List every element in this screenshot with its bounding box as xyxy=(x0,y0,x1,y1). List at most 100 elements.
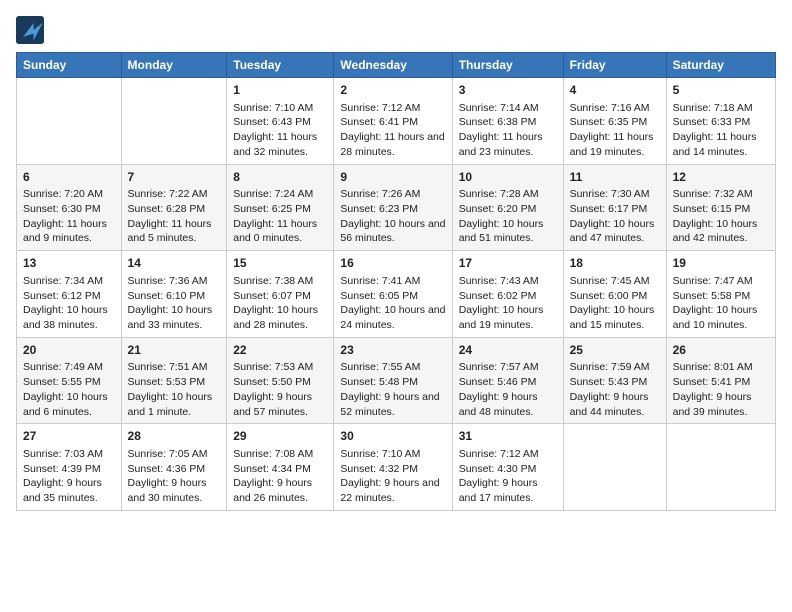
day-number: 15 xyxy=(233,255,327,272)
calendar-cell: 11Sunrise: 7:30 AMSunset: 6:17 PMDayligh… xyxy=(563,164,666,251)
day-info-line: Daylight: 9 hours and 30 minutes. xyxy=(128,476,221,505)
day-info-line: Sunset: 6:20 PM xyxy=(459,202,557,217)
day-number: 23 xyxy=(340,342,445,359)
day-info-line: Sunrise: 7:14 AM xyxy=(459,101,557,116)
day-info-line: Sunrise: 7:12 AM xyxy=(340,101,445,116)
day-info-line: Sunrise: 7:26 AM xyxy=(340,187,445,202)
calendar-cell: 28Sunrise: 7:05 AMSunset: 4:36 PMDayligh… xyxy=(121,424,227,511)
week-row-1: 1Sunrise: 7:10 AMSunset: 6:43 PMDaylight… xyxy=(17,78,776,165)
day-info-line: Sunset: 6:43 PM xyxy=(233,115,327,130)
day-header-wednesday: Wednesday xyxy=(334,53,452,78)
day-info-line: Daylight: 9 hours and 17 minutes. xyxy=(459,476,557,505)
calendar-cell: 25Sunrise: 7:59 AMSunset: 5:43 PMDayligh… xyxy=(563,337,666,424)
day-info-line: Sunrise: 7:51 AM xyxy=(128,360,221,375)
day-info-line: Sunrise: 7:08 AM xyxy=(233,447,327,462)
day-info-line: Daylight: 9 hours and 39 minutes. xyxy=(673,390,769,419)
calendar-cell: 15Sunrise: 7:38 AMSunset: 6:07 PMDayligh… xyxy=(227,251,334,338)
day-info-line: Daylight: 10 hours and 19 minutes. xyxy=(459,303,557,332)
calendar-cell: 16Sunrise: 7:41 AMSunset: 6:05 PMDayligh… xyxy=(334,251,452,338)
day-info-line: Daylight: 11 hours and 23 minutes. xyxy=(459,130,557,159)
day-number: 4 xyxy=(570,82,660,99)
day-info-line: Sunrise: 7:22 AM xyxy=(128,187,221,202)
day-info-line: Daylight: 11 hours and 5 minutes. xyxy=(128,217,221,246)
day-info-line: Sunrise: 7:55 AM xyxy=(340,360,445,375)
calendar-cell: 18Sunrise: 7:45 AMSunset: 6:00 PMDayligh… xyxy=(563,251,666,338)
day-info-line: Sunrise: 7:05 AM xyxy=(128,447,221,462)
day-info-line: Daylight: 10 hours and 6 minutes. xyxy=(23,390,115,419)
calendar-cell: 5Sunrise: 7:18 AMSunset: 6:33 PMDaylight… xyxy=(666,78,775,165)
day-info-line: Sunrise: 7:49 AM xyxy=(23,360,115,375)
week-row-3: 13Sunrise: 7:34 AMSunset: 6:12 PMDayligh… xyxy=(17,251,776,338)
day-info-line: Sunrise: 7:03 AM xyxy=(23,447,115,462)
day-number: 26 xyxy=(673,342,769,359)
calendar-cell: 13Sunrise: 7:34 AMSunset: 6:12 PMDayligh… xyxy=(17,251,122,338)
day-number: 8 xyxy=(233,169,327,186)
logo xyxy=(16,16,48,44)
day-info-line: Sunset: 4:34 PM xyxy=(233,462,327,477)
day-number: 13 xyxy=(23,255,115,272)
day-info-line: Sunset: 6:25 PM xyxy=(233,202,327,217)
calendar-cell: 4Sunrise: 7:16 AMSunset: 6:35 PMDaylight… xyxy=(563,78,666,165)
header-row: SundayMondayTuesdayWednesdayThursdayFrid… xyxy=(17,53,776,78)
day-info-line: Daylight: 11 hours and 19 minutes. xyxy=(570,130,660,159)
day-info-line: Sunset: 5:55 PM xyxy=(23,375,115,390)
day-info-line: Daylight: 9 hours and 57 minutes. xyxy=(233,390,327,419)
day-info-line: Sunrise: 7:32 AM xyxy=(673,187,769,202)
calendar-cell xyxy=(121,78,227,165)
day-info-line: Sunrise: 7:45 AM xyxy=(570,274,660,289)
calendar-cell: 10Sunrise: 7:28 AMSunset: 6:20 PMDayligh… xyxy=(452,164,563,251)
day-info-line: Daylight: 11 hours and 14 minutes. xyxy=(673,130,769,159)
day-info-line: Sunset: 6:00 PM xyxy=(570,289,660,304)
day-info-line: Sunset: 4:32 PM xyxy=(340,462,445,477)
day-info-line: Sunrise: 7:12 AM xyxy=(459,447,557,462)
day-info-line: Sunrise: 7:10 AM xyxy=(340,447,445,462)
week-row-4: 20Sunrise: 7:49 AMSunset: 5:55 PMDayligh… xyxy=(17,337,776,424)
day-header-tuesday: Tuesday xyxy=(227,53,334,78)
calendar-cell: 22Sunrise: 7:53 AMSunset: 5:50 PMDayligh… xyxy=(227,337,334,424)
day-info-line: Sunset: 6:38 PM xyxy=(459,115,557,130)
day-info-line: Sunset: 5:43 PM xyxy=(570,375,660,390)
calendar-cell: 31Sunrise: 7:12 AMSunset: 4:30 PMDayligh… xyxy=(452,424,563,511)
calendar-cell: 9Sunrise: 7:26 AMSunset: 6:23 PMDaylight… xyxy=(334,164,452,251)
calendar-cell: 6Sunrise: 7:20 AMSunset: 6:30 PMDaylight… xyxy=(17,164,122,251)
day-info-line: Daylight: 10 hours and 42 minutes. xyxy=(673,217,769,246)
calendar-cell: 30 Sunrise: 7:10 AMSunset: 4:32 PMDayligh… xyxy=(334,424,452,511)
day-info-line: Sunrise: 7:18 AM xyxy=(673,101,769,116)
day-header-sunday: Sunday xyxy=(17,53,122,78)
day-info-line: Daylight: 10 hours and 15 minutes. xyxy=(570,303,660,332)
calendar-cell: 17Sunrise: 7:43 AMSunset: 6:02 PMDayligh… xyxy=(452,251,563,338)
logo-icon xyxy=(16,16,44,44)
day-header-saturday: Saturday xyxy=(666,53,775,78)
calendar-cell: 29Sunrise: 7:08 AMSunset: 4:34 PMDayligh… xyxy=(227,424,334,511)
day-info-line: Daylight: 11 hours and 9 minutes. xyxy=(23,217,115,246)
calendar-cell: 19Sunrise: 7:47 AMSunset: 5:58 PMDayligh… xyxy=(666,251,775,338)
day-info-line: Daylight: 11 hours and 28 minutes. xyxy=(340,130,445,159)
day-number: 16 xyxy=(340,255,445,272)
day-info-line: Daylight: 9 hours and 48 minutes. xyxy=(459,390,557,419)
calendar-cell xyxy=(17,78,122,165)
day-info-line: Sunset: 5:58 PM xyxy=(673,289,769,304)
week-row-5: 27Sunrise: 7:03 AMSunset: 4:39 PMDayligh… xyxy=(17,424,776,511)
day-number: 6 xyxy=(23,169,115,186)
day-number: 3 xyxy=(459,82,557,99)
day-number: 25 xyxy=(570,342,660,359)
day-info-line: Daylight: 9 hours and 35 minutes. xyxy=(23,476,115,505)
calendar-cell: 3 Sunrise: 7:14 AMSunset: 6:38 PMDaylight… xyxy=(452,78,563,165)
day-number: 17 xyxy=(459,255,557,272)
day-info-line: Daylight: 11 hours and 0 minutes. xyxy=(233,217,327,246)
day-info-line: Daylight: 10 hours and 51 minutes. xyxy=(459,217,557,246)
day-info-line: Sunset: 6:07 PM xyxy=(233,289,327,304)
day-info-line: Sunset: 6:30 PM xyxy=(23,202,115,217)
day-info-line: Daylight: 9 hours and 22 minutes. xyxy=(340,476,445,505)
day-info-line: Sunset: 6:33 PM xyxy=(673,115,769,130)
day-number: 2 xyxy=(340,82,445,99)
day-number: 30 xyxy=(340,428,445,445)
day-info-line: Sunrise: 7:59 AM xyxy=(570,360,660,375)
calendar-cell: 7Sunrise: 7:22 AMSunset: 6:28 PMDaylight… xyxy=(121,164,227,251)
day-number: 28 xyxy=(128,428,221,445)
day-info-line: Daylight: 9 hours and 44 minutes. xyxy=(570,390,660,419)
day-number: 31 xyxy=(459,428,557,445)
day-number: 11 xyxy=(570,169,660,186)
day-info-line: Sunrise: 7:57 AM xyxy=(459,360,557,375)
day-info-line: Daylight: 10 hours and 47 minutes. xyxy=(570,217,660,246)
